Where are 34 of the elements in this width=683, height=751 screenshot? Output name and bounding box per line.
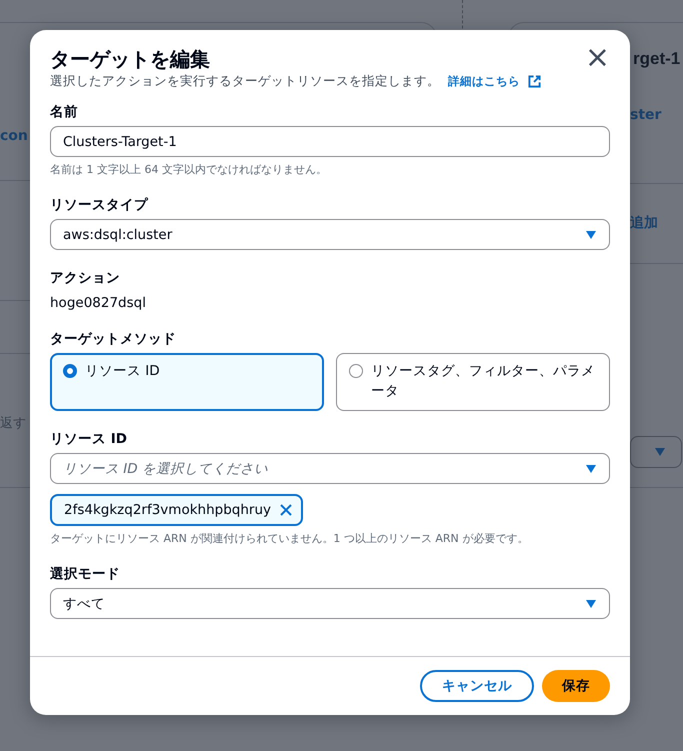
modal-title: ターゲットを編集	[50, 46, 210, 72]
caret-down-icon	[585, 230, 597, 240]
modal-description: 選択したアクションを実行するターゲットリソースを指定します。	[50, 73, 440, 90]
radio-button[interactable]	[349, 364, 363, 378]
option-label: リソースタグ、フィルター、パラメータ	[371, 362, 596, 401]
field-label: ターゲットメソッド	[50, 330, 177, 349]
field-label: 名前	[50, 103, 79, 122]
hint-text: ターゲットにリソース ARN が関連付けられていません。1 つ以上のリソース ARN が必要です。	[50, 531, 530, 546]
remove-button[interactable]	[279, 503, 293, 517]
save-button[interactable]: 保存	[542, 670, 610, 702]
caret-down-icon	[585, 598, 597, 608]
field-label: 選択モード	[50, 565, 121, 584]
cancel-button[interactable]: キャンセル	[420, 670, 534, 702]
select-field[interactable]: リソース ID を選択してください	[50, 453, 610, 484]
page-heading: rget-1	[633, 49, 680, 69]
external-link-icon[interactable]	[528, 75, 541, 88]
learn-more-link[interactable]: 詳細はこちら	[448, 74, 520, 89]
close-button[interactable]: ×	[584, 46, 610, 70]
caret-down-icon	[654, 447, 666, 457]
select-field[interactable]: aws:dsql:cluster	[50, 219, 610, 250]
radio-option[interactable]: リソース ID	[50, 353, 324, 411]
token-label: 2fs4kgkzq2rf3vmokhhpbqhruy	[64, 502, 271, 518]
option-label: リソース ID	[85, 362, 160, 381]
hint-text: 名前は 1 文字以上 64 文字以内でなければなりません。	[50, 162, 328, 177]
caret-down-icon	[585, 464, 597, 474]
action-value: hoge0827dsql	[50, 295, 147, 311]
select-field[interactable]: すべて	[50, 588, 610, 619]
select-field[interactable]	[630, 436, 682, 468]
field-label: アクション	[50, 269, 121, 288]
field-label: リソースタイプ	[50, 196, 150, 215]
radio-button[interactable]	[63, 364, 77, 378]
field-label: リソース ID	[50, 430, 128, 449]
radio-option[interactable]: リソースタグ、フィルター、パラメータ	[336, 353, 610, 411]
name-input[interactable]: Clusters-Target-1	[50, 126, 610, 157]
